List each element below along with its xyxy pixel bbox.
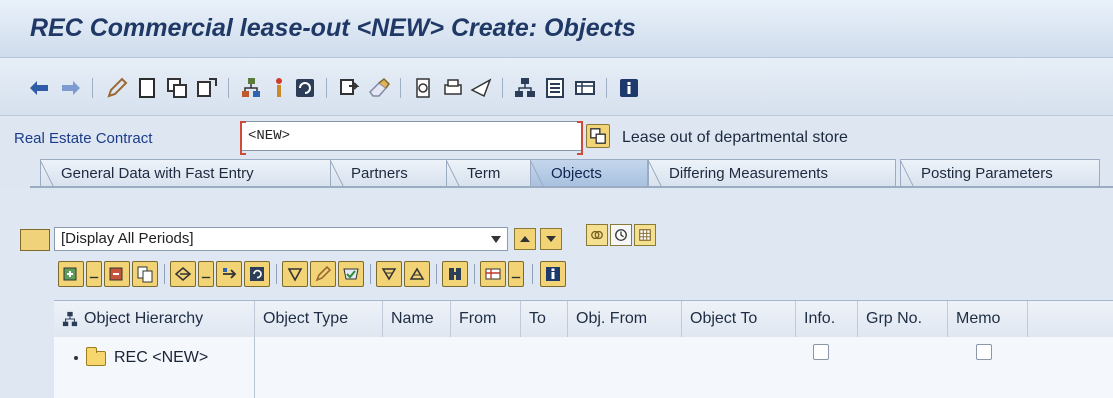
hierarchy-icon [62,311,78,327]
alv-separator [532,264,533,284]
column-header-memo[interactable]: Memo [948,301,1028,337]
real-estate-contract-label: Real Estate Contract [14,130,153,147]
folder-icon [86,346,106,366]
column-header-from[interactable]: From [451,301,521,337]
column-header-obj-from[interactable]: Obj. From [568,301,682,337]
column-header-to[interactable]: To [521,301,568,337]
previous-period-button[interactable] [514,228,536,250]
tab-strip: General Data with Fast Entry Partners Te… [0,155,1113,188]
back-arrow-icon[interactable] [26,75,52,101]
assign-object-icon[interactable] [170,261,196,287]
application-toolbar [0,58,1113,116]
insert-row-dropdown-icon[interactable] [86,261,102,287]
approve-icon[interactable] [338,261,364,287]
info-icon[interactable] [616,75,642,101]
send-icon[interactable] [468,75,494,101]
alv-separator [164,264,165,284]
details-info-icon[interactable] [540,261,566,287]
toolbar-separator [400,78,401,98]
delete-row-icon[interactable] [104,261,130,287]
column-header-blank [1028,301,1113,337]
info-pin-icon[interactable] [266,75,292,101]
window-title: REC Commercial lease-out <NEW> Create: O… [30,14,636,42]
tab-general-data[interactable]: General Data with Fast Entry [40,159,342,188]
column-header-object-hierarchy[interactable]: Object Hierarchy [54,301,255,337]
alv-separator [436,264,437,284]
org-structure-icon[interactable] [512,75,538,101]
link-icon[interactable] [586,224,608,246]
insert-row-icon[interactable] [58,261,84,287]
info-checkbox[interactable] [813,344,829,360]
tab-term[interactable]: Term [446,159,536,188]
period-select[interactable]: [Display All Periods] [54,227,508,251]
column-header-object-to[interactable]: Object To [682,301,796,337]
calendar-grid-icon[interactable] [634,224,656,246]
toolbar-separator [326,78,327,98]
tree-node-label: REC <NEW> [114,349,209,366]
list-icon[interactable] [542,75,568,101]
new-document-icon[interactable] [134,75,160,101]
alv-separator [276,264,277,284]
column-header-object-type[interactable]: Object Type [255,301,383,337]
toolbar-separator [92,78,93,98]
hierarchy-icon[interactable] [238,75,264,101]
column-header-info[interactable]: Info. [796,301,858,337]
edit-pencil-icon[interactable] [104,75,130,101]
dropdown-arrow-icon [491,236,501,243]
copy-row-icon[interactable] [132,261,158,287]
toolbar-separator [606,78,607,98]
contract-description: Lease out of departmental store [622,129,848,146]
check-icon[interactable] [282,261,308,287]
copy-icon[interactable] [164,75,190,101]
print-icon[interactable] [440,75,466,101]
tab-partners[interactable]: Partners [330,159,450,188]
period-icon[interactable] [20,229,50,251]
move-object-icon[interactable] [216,261,242,287]
clock-icon[interactable] [610,224,632,246]
tab-posting-parameters[interactable]: Posting Parameters [900,159,1100,188]
copy-object-icon[interactable] [410,75,436,101]
refresh-object-icon[interactable] [244,261,270,287]
objects-grid: Object Hierarchy Object Type Name From T… [54,300,1113,398]
sort-descending-icon[interactable] [376,261,402,287]
contract-copy-icon[interactable] [586,124,610,148]
tab-differing-measurements[interactable]: Differing Measurements [648,159,896,188]
edit-object-icon[interactable] [310,261,336,287]
memo-checkbox[interactable] [976,344,992,360]
assign-object-dropdown-icon[interactable] [198,261,214,287]
title-bar: REC Commercial lease-out <NEW> Create: O… [0,0,1113,58]
table-icon[interactable] [572,75,598,101]
column-header-grp-no[interactable]: Grp No. [858,301,948,337]
tree-bullet-icon [74,356,78,360]
eraser-icon[interactable] [366,75,392,101]
column-header-name[interactable]: Name [383,301,451,337]
layout-dropdown-icon[interactable] [508,261,524,287]
next-period-button[interactable] [540,228,562,250]
real-estate-contract-field[interactable]: <NEW> [240,121,583,155]
layout-icon[interactable] [480,261,506,287]
column-label: Object Hierarchy [84,310,204,327]
toolbar-separator [228,78,229,98]
attachment-icon[interactable] [336,75,362,101]
other-object-icon[interactable] [194,75,220,101]
tab-objects[interactable]: Objects [530,159,648,188]
alv-separator [474,264,475,284]
refresh-icon[interactable] [292,75,318,101]
forward-arrow-icon[interactable] [58,75,84,101]
sort-ascending-icon[interactable] [404,261,430,287]
find-icon[interactable] [442,261,468,287]
period-selected-value: [Display All Periods] [61,230,194,247]
toolbar-separator [502,78,503,98]
alv-separator [370,264,371,284]
tree-node-rec[interactable]: REC <NEW> [74,346,209,367]
hierarchy-tree: REC <NEW> [54,337,255,398]
